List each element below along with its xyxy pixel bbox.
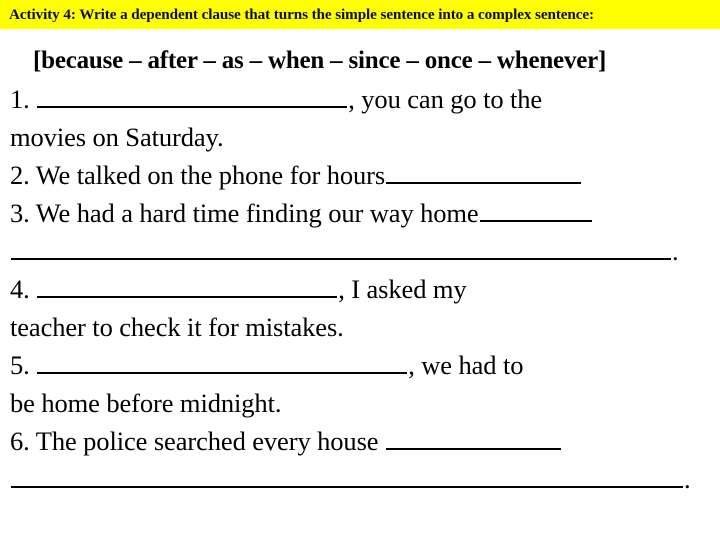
item-6-text-before: The police searched every house <box>35 426 379 456</box>
item-2-answer-blank[interactable] <box>386 161 582 184</box>
item-1-text-after: , you can go to the <box>348 84 543 114</box>
question-item-1-continuation: movies on Saturday. <box>10 118 712 156</box>
item-4-continuation-text: teacher to check it for mistakes. <box>10 312 344 342</box>
item-2-text-before: We talked on the phone for hours <box>35 160 386 190</box>
item-1-answer-blank[interactable] <box>37 85 348 108</box>
item-6-period: . <box>684 464 691 494</box>
item-3-answer-blank[interactable] <box>479 199 592 222</box>
item-3-text-before: We had a hard time finding our way home <box>35 198 479 228</box>
question-item-1: 1. , you can go to the <box>10 80 712 118</box>
worksheet-body: [because – after – as – when – since – o… <box>0 29 720 540</box>
worksheet-page: Activity 4: Write a dependent clause tha… <box>0 0 720 540</box>
item-3-period: . <box>672 236 679 266</box>
item-1-continuation-text: movies on Saturday. <box>10 122 224 152</box>
question-item-6: 6. The police searched every house <box>10 422 712 460</box>
item-4-number: 4. <box>10 274 30 304</box>
question-item-3-continuation: . <box>10 232 712 270</box>
item-2-number: 2. <box>10 160 30 190</box>
item-5-number: 5. <box>10 350 30 380</box>
question-item-6-continuation: . <box>10 460 712 498</box>
item-3-number: 3. <box>10 198 30 228</box>
item-6-answer-blank[interactable] <box>385 427 561 450</box>
word-bank: [because – after – as – when – since – o… <box>33 47 607 74</box>
item-4-text-after: , I asked my <box>338 274 467 304</box>
question-item-5: 5. , we had to <box>10 346 712 384</box>
item-1-number: 1. <box>10 84 30 114</box>
item-5-answer-blank[interactable] <box>37 351 408 374</box>
question-item-4: 4. , I asked my <box>10 270 712 308</box>
item-6-number: 6. <box>10 426 30 456</box>
item-5-text-after: , we had to <box>408 350 524 380</box>
activity-header-bar: Activity 4: Write a dependent clause tha… <box>0 0 720 29</box>
item-6-answer-blank-continued[interactable] <box>11 465 683 488</box>
question-item-5-continuation: be home before midnight. <box>10 384 712 422</box>
item-3-answer-blank-continued[interactable] <box>11 237 671 260</box>
item-4-answer-blank[interactable] <box>37 275 338 298</box>
activity-title: Activity 4: Write a dependent clause tha… <box>9 5 595 23</box>
question-item-4-continuation: teacher to check it for mistakes. <box>10 308 712 346</box>
question-item-2: 2. We talked on the phone for hours <box>10 156 712 194</box>
question-item-3: 3. We had a hard time finding our way ho… <box>10 194 712 232</box>
item-5-continuation-text: be home before midnight. <box>10 388 282 418</box>
